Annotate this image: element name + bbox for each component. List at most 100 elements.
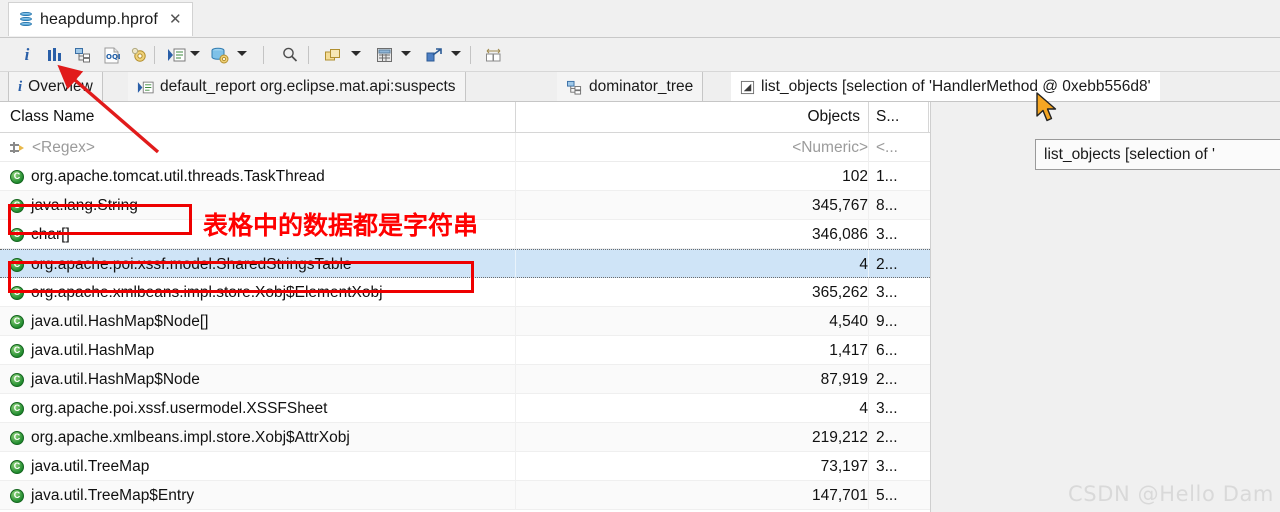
filter-class-name-cell[interactable]: <Regex>: [10, 133, 95, 162]
cell-objects[interactable]: 1,417: [829, 336, 868, 365]
table-row[interactable]: Cjava.util.HashMap$Node[] 4,540 9...: [0, 307, 930, 336]
cell-objects[interactable]: 102: [842, 162, 868, 191]
class-icon: C: [10, 169, 24, 184]
toolbar-dropdown-calculator[interactable]: [401, 51, 411, 56]
toolbar-button-run-report[interactable]: [163, 42, 189, 68]
run-report-icon: [167, 48, 185, 62]
editor-tab-title: heapdump.hprof: [40, 10, 158, 28]
cell-objects[interactable]: 365,262: [812, 278, 868, 307]
table-row[interactable]: Cjava.util.HashMap$Node 87,919 2...: [0, 365, 930, 394]
cell-class-name[interactable]: Cjava.util.HashMap$Node: [10, 365, 200, 394]
table-row[interactable]: Corg.apache.xmlbeans.impl.store.Xobj$Att…: [0, 423, 930, 452]
cell-shallow-heap[interactable]: 5...: [876, 481, 898, 510]
cell-shallow-heap[interactable]: 3...: [876, 278, 898, 307]
cell-objects[interactable]: 346,086: [812, 220, 868, 249]
toolbar-dropdown-export[interactable]: [451, 51, 461, 56]
tab-dominator-tree[interactable]: dominator_tree: [557, 72, 704, 102]
class-icon: C: [10, 488, 24, 503]
toolbar-button-search[interactable]: [277, 42, 303, 68]
cell-shallow-heap[interactable]: 2...: [876, 365, 898, 394]
class-name-text: java.lang.String: [31, 196, 138, 214]
cell-class-name[interactable]: Cjava.util.TreeMap$Entry: [10, 481, 194, 510]
cell-class-name[interactable]: Corg.apache.tomcat.util.threads.TaskThre…: [10, 162, 325, 191]
tab-list-objects[interactable]: list_objects [selection of 'HandlerMetho…: [731, 72, 1160, 102]
cell-objects[interactable]: 87,919: [821, 365, 868, 394]
column-header-class-name[interactable]: Class Name: [10, 102, 94, 132]
editor-tab-heapdump[interactable]: heapdump.hprof ✕: [8, 2, 193, 36]
cell-class-name[interactable]: Corg.apache.xmlbeans.impl.store.Xobj$Ele…: [10, 278, 383, 307]
cell-class-name[interactable]: Cjava.util.TreeMap: [10, 452, 149, 481]
cell-class-name[interactable]: Cchar[]: [10, 220, 70, 249]
cell-shallow-heap[interactable]: 8...: [876, 191, 898, 220]
toolbar-dropdown-query-browser[interactable]: [237, 51, 247, 56]
cell-shallow-heap[interactable]: 3...: [876, 452, 898, 481]
cell-shallow-heap[interactable]: 1...: [876, 162, 898, 191]
column-separator-2[interactable]: [868, 102, 869, 132]
tab-default-report[interactable]: default_report org.eclipse.mat.api:suspe…: [128, 72, 466, 102]
toolbar-button-dominator-tree[interactable]: [70, 42, 96, 68]
toolbar-button-overview-info[interactable]: i: [14, 42, 40, 68]
toolbar-button-settings[interactable]: [126, 42, 152, 68]
cell-shallow-heap[interactable]: 3...: [876, 394, 898, 423]
row-col-sep-2: [868, 336, 869, 365]
toolbar-button-group-by[interactable]: [320, 42, 346, 68]
cell-shallow-heap[interactable]: 2...: [876, 250, 898, 279]
cell-objects[interactable]: 4: [859, 250, 868, 279]
toolbar-button-compare[interactable]: [480, 42, 506, 68]
cell-class-name[interactable]: Corg.apache.poi.xssf.model.SharedStrings…: [10, 250, 352, 279]
cell-shallow-heap[interactable]: 3...: [876, 220, 898, 249]
filter-shallow-value[interactable]: <...: [876, 133, 898, 162]
cell-shallow-heap[interactable]: 9...: [876, 307, 898, 336]
dominator-tree-icon: [567, 80, 582, 95]
table-row[interactable]: Cjava.util.HashMap 1,417 6...: [0, 336, 930, 365]
cell-shallow-heap[interactable]: 2...: [876, 423, 898, 452]
cell-shallow-heap[interactable]: 6...: [876, 336, 898, 365]
cell-objects[interactable]: 4: [859, 394, 868, 423]
class-name-text: org.apache.tomcat.util.threads.TaskThrea…: [31, 167, 325, 185]
cell-objects[interactable]: 147,701: [812, 481, 868, 510]
class-icon: C: [10, 285, 24, 300]
table-row[interactable]: Corg.apache.xmlbeans.impl.store.Xobj$Ele…: [0, 278, 930, 307]
cell-objects[interactable]: 4,540: [829, 307, 868, 336]
class-icon: C: [10, 314, 24, 329]
tab-overview[interactable]: i Overview: [8, 72, 103, 102]
toolbar-dropdown-run-report[interactable]: [190, 51, 200, 56]
regex-icon: [10, 141, 25, 155]
info-i-icon: i: [18, 78, 23, 95]
close-icon[interactable]: ✕: [169, 12, 182, 27]
toolbar-button-histogram[interactable]: [42, 42, 68, 68]
cell-objects[interactable]: 345,767: [812, 191, 868, 220]
table-row[interactable]: Cjava.util.TreeMap 73,197 3...: [0, 452, 930, 481]
table-row[interactable]: Corg.apache.poi.xssf.usermodel.XSSFSheet…: [0, 394, 930, 423]
table-row[interactable]: Corg.apache.poi.xssf.model.SharedStrings…: [0, 249, 930, 279]
table-filter-row[interactable]: <Regex> <Numeric> <...: [0, 133, 930, 162]
calculator-icon: [376, 48, 392, 62]
column-separator-1[interactable]: [515, 102, 516, 132]
tab-dominator-tree-label: dominator_tree: [589, 78, 694, 95]
cell-class-name[interactable]: Cjava.util.HashMap$Node[]: [10, 307, 209, 336]
cell-objects[interactable]: 73,197: [821, 452, 868, 481]
table-row[interactable]: Corg.apache.tomcat.util.threads.TaskThre…: [0, 162, 930, 191]
column-separator-3[interactable]: [928, 102, 929, 132]
filter-objects-value[interactable]: <Numeric>: [792, 133, 868, 162]
table-row[interactable]: Cjava.util.TreeMap$Entry 147,701 5...: [0, 481, 930, 510]
column-header-shallow-heap[interactable]: S...: [876, 102, 899, 132]
search-magnifier-icon: [283, 47, 298, 62]
toolbar-button-export[interactable]: [421, 42, 447, 68]
cell-class-name[interactable]: Cjava.lang.String: [10, 191, 138, 220]
row-col-sep-1: [515, 162, 516, 191]
tab-overview-label: Overview: [28, 78, 93, 95]
column-header-objects[interactable]: Objects: [760, 102, 860, 132]
svg-text:OQL: OQL: [106, 53, 120, 61]
cell-class-name[interactable]: Corg.apache.poi.xssf.usermodel.XSSFSheet: [10, 394, 327, 423]
toolbar-button-oql[interactable]: OQL: [98, 42, 124, 68]
toolbar-button-query-browser[interactable]: [206, 42, 232, 68]
toolbar-button-calculator[interactable]: [371, 42, 397, 68]
cell-objects[interactable]: 219,212: [812, 423, 868, 452]
class-name-text: java.util.TreeMap$Entry: [31, 486, 195, 504]
cell-class-name[interactable]: Cjava.util.HashMap: [10, 336, 154, 365]
toolbar-dropdown-group-by[interactable]: [351, 51, 361, 56]
cell-class-name[interactable]: Corg.apache.xmlbeans.impl.store.Xobj$Att…: [10, 423, 350, 452]
export-arrow-icon: [426, 47, 442, 61]
class-name-text: org.apache.xmlbeans.impl.store.Xobj$Elem…: [31, 283, 383, 301]
